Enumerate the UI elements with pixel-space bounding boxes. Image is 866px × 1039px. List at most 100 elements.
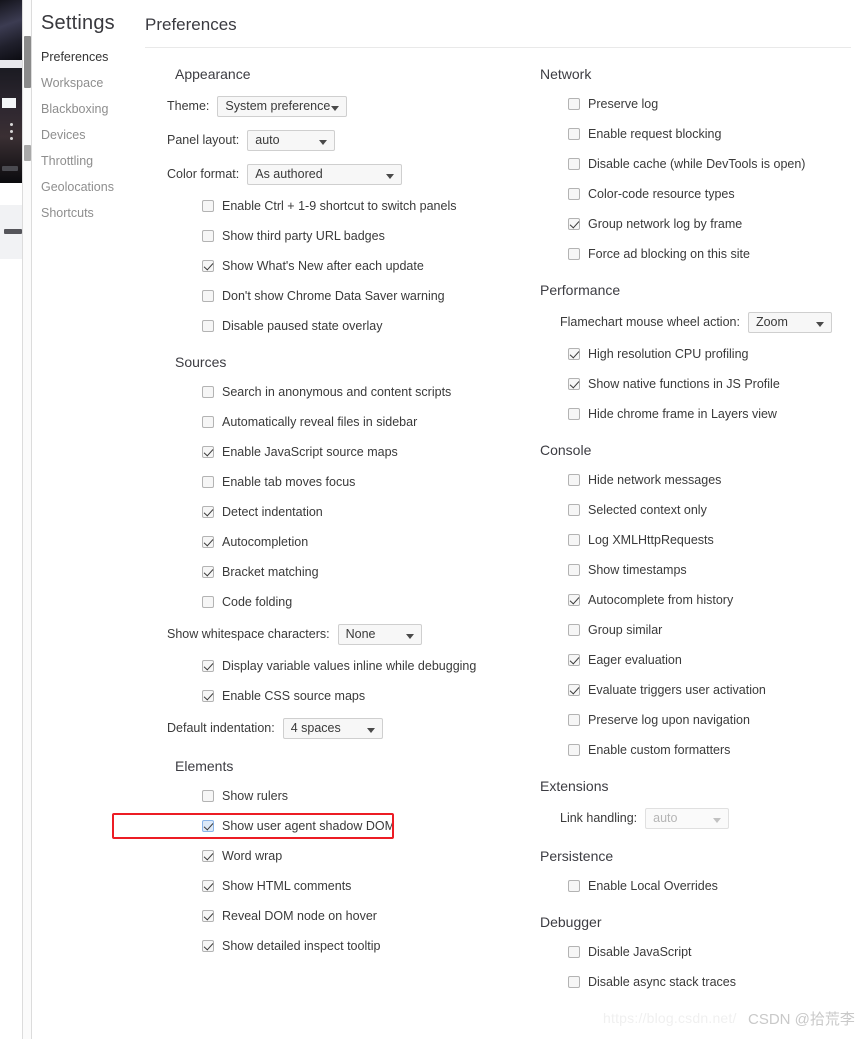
checkbox-row-enable-custom-formatters[interactable]: Enable custom formatters (540, 735, 860, 765)
checkbox-evaluate-triggers-user-activation[interactable] (568, 684, 580, 696)
checkbox-show-user-agent-shadow-dom[interactable] (202, 820, 214, 832)
checkbox-row-enable-ctrl-1-9-shortcut-to-switch-panels[interactable]: Enable Ctrl + 1-9 shortcut to switch pan… (145, 191, 540, 221)
sidebar-item-devices[interactable]: Devices (32, 122, 140, 148)
checkbox-disable-async-stack-traces[interactable] (568, 976, 580, 988)
select-row-default-indentation[interactable]: Default indentation: 4 spaces (145, 711, 540, 745)
checkbox-enable-tab-moves-focus[interactable] (202, 476, 214, 488)
select-panel-layout[interactable]: auto (247, 129, 336, 151)
checkbox-preserve-log-upon-navigation[interactable] (568, 714, 580, 726)
checkbox-row-show-html-comments[interactable]: Show HTML comments (145, 871, 540, 901)
checkbox-row-group-similar[interactable]: Group similar (540, 615, 860, 645)
checkbox-hide-network-messages[interactable] (568, 474, 580, 486)
checkbox-show-third-party-url-badges[interactable] (202, 230, 214, 242)
checkbox-row-enable-local-overrides[interactable]: Enable Local Overrides (540, 871, 860, 901)
checkbox-row-preserve-log-upon-navigation[interactable]: Preserve log upon navigation (540, 705, 860, 735)
select-row-panel-layout[interactable]: Panel layout: auto (145, 123, 540, 157)
checkbox-row-disable-javascript[interactable]: Disable JavaScript (540, 937, 860, 967)
checkbox-enable-local-overrides[interactable] (568, 880, 580, 892)
sidebar-item-geolocations[interactable]: Geolocations (32, 174, 140, 200)
checkbox-autocomplete-from-history[interactable] (568, 594, 580, 606)
select-default-indentation[interactable]: 4 spaces (282, 717, 383, 739)
checkbox-show-timestamps[interactable] (568, 564, 580, 576)
checkbox-detect-indentation[interactable] (202, 506, 214, 518)
select-flamechart-mouse-wheel-action[interactable]: Zoom (747, 311, 832, 333)
checkbox-autocompletion[interactable] (202, 536, 214, 548)
checkbox-row-enable-request-blocking[interactable]: Enable request blocking (540, 119, 860, 149)
checkbox-show-detailed-inspect-tooltip[interactable] (202, 940, 214, 952)
checkbox-group-network-log-by-frame[interactable] (568, 218, 580, 230)
checkbox-don-t-show-chrome-data-saver-warning[interactable] (202, 290, 214, 302)
sidebar-item-blackboxing[interactable]: Blackboxing (32, 96, 140, 122)
checkbox-row-show-native-functions-in-js-profile[interactable]: Show native functions in JS Profile (540, 369, 860, 399)
checkbox-display-variable-values-inline-while-debugging[interactable] (202, 660, 214, 672)
checkbox-row-high-resolution-cpu-profiling[interactable]: High resolution CPU profiling (540, 339, 860, 369)
checkbox-row-enable-tab-moves-focus[interactable]: Enable tab moves focus (145, 467, 540, 497)
checkbox-hide-chrome-frame-in-layers-view[interactable] (568, 408, 580, 420)
checkbox-color-code-resource-types[interactable] (568, 188, 580, 200)
checkbox-enable-css-source-maps[interactable] (202, 690, 214, 702)
checkbox-row-hide-chrome-frame-in-layers-view[interactable]: Hide chrome frame in Layers view (540, 399, 860, 429)
checkbox-force-ad-blocking-on-this-site[interactable] (568, 248, 580, 260)
scrollbar-thumb[interactable] (24, 36, 31, 88)
checkbox-row-search-in-anonymous-and-content-scripts[interactable]: Search in anonymous and content scripts (145, 377, 540, 407)
checkbox-enable-javascript-source-maps[interactable] (202, 446, 214, 458)
checkbox-enable-custom-formatters[interactable] (568, 744, 580, 756)
checkbox-eager-evaluation[interactable] (568, 654, 580, 666)
select-row-color-format[interactable]: Color format: As authored (145, 157, 540, 191)
select-show-whitespace-characters[interactable]: None (337, 623, 422, 645)
checkbox-row-disable-async-stack-traces[interactable]: Disable async stack traces (540, 967, 860, 997)
checkbox-row-disable-paused-state-overlay[interactable]: Disable paused state overlay (145, 311, 540, 341)
checkbox-row-enable-javascript-source-maps[interactable]: Enable JavaScript source maps (145, 437, 540, 467)
checkbox-row-show-timestamps[interactable]: Show timestamps (540, 555, 860, 585)
checkbox-disable-paused-state-overlay[interactable] (202, 320, 214, 332)
checkbox-row-don-t-show-chrome-data-saver-warning[interactable]: Don't show Chrome Data Saver warning (145, 281, 540, 311)
sidebar-item-workspace[interactable]: Workspace (32, 70, 140, 96)
checkbox-row-show-rulers[interactable]: Show rulers (145, 781, 540, 811)
select-theme[interactable]: System preference (217, 95, 348, 117)
checkbox-high-resolution-cpu-profiling[interactable] (568, 348, 580, 360)
sidebar-item-preferences[interactable]: Preferences (32, 44, 140, 70)
checkbox-selected-context-only[interactable] (568, 504, 580, 516)
checkbox-search-in-anonymous-and-content-scripts[interactable] (202, 386, 214, 398)
checkbox-row-preserve-log[interactable]: Preserve log (540, 89, 860, 119)
checkbox-group-similar[interactable] (568, 624, 580, 636)
select-row-show-whitespace-characters[interactable]: Show whitespace characters: None (145, 617, 540, 651)
checkbox-reveal-dom-node-on-hover[interactable] (202, 910, 214, 922)
checkbox-show-what-s-new-after-each-update[interactable] (202, 260, 214, 272)
checkbox-row-selected-context-only[interactable]: Selected context only (540, 495, 860, 525)
checkbox-row-word-wrap[interactable]: Word wrap (145, 841, 540, 871)
checkbox-row-evaluate-triggers-user-activation[interactable]: Evaluate triggers user activation (540, 675, 860, 705)
checkbox-row-show-detailed-inspect-tooltip[interactable]: Show detailed inspect tooltip (145, 931, 540, 961)
checkbox-row-enable-css-source-maps[interactable]: Enable CSS source maps (145, 681, 540, 711)
checkbox-show-native-functions-in-js-profile[interactable] (568, 378, 580, 390)
checkbox-row-show-what-s-new-after-each-update[interactable]: Show What's New after each update (145, 251, 540, 281)
checkbox-row-show-user-agent-shadow-dom[interactable]: Show user agent shadow DOM (145, 811, 540, 841)
scrollbar-thumb-secondary[interactable] (24, 145, 31, 161)
checkbox-show-rulers[interactable] (202, 790, 214, 802)
checkbox-row-force-ad-blocking-on-this-site[interactable]: Force ad blocking on this site (540, 239, 860, 269)
checkbox-code-folding[interactable] (202, 596, 214, 608)
checkbox-word-wrap[interactable] (202, 850, 214, 862)
sidebar-item-shortcuts[interactable]: Shortcuts (32, 200, 140, 226)
checkbox-row-reveal-dom-node-on-hover[interactable]: Reveal DOM node on hover (145, 901, 540, 931)
checkbox-automatically-reveal-files-in-sidebar[interactable] (202, 416, 214, 428)
checkbox-bracket-matching[interactable] (202, 566, 214, 578)
checkbox-row-group-network-log-by-frame[interactable]: Group network log by frame (540, 209, 860, 239)
select-color-format[interactable]: As authored (247, 163, 403, 185)
checkbox-enable-request-blocking[interactable] (568, 128, 580, 140)
checkbox-show-html-comments[interactable] (202, 880, 214, 892)
checkbox-row-autocomplete-from-history[interactable]: Autocomplete from history (540, 585, 860, 615)
checkbox-disable-cache-while-devtools-is-open[interactable] (568, 158, 580, 170)
checkbox-row-show-third-party-url-badges[interactable]: Show third party URL badges (145, 221, 540, 251)
checkbox-disable-javascript[interactable] (568, 946, 580, 958)
page-scrollbar[interactable] (22, 0, 32, 1039)
checkbox-row-detect-indentation[interactable]: Detect indentation (145, 497, 540, 527)
checkbox-row-code-folding[interactable]: Code folding (145, 587, 540, 617)
checkbox-row-eager-evaluation[interactable]: Eager evaluation (540, 645, 860, 675)
checkbox-preserve-log[interactable] (568, 98, 580, 110)
checkbox-row-autocompletion[interactable]: Autocompletion (145, 527, 540, 557)
checkbox-row-disable-cache-while-devtools-is-open[interactable]: Disable cache (while DevTools is open) (540, 149, 860, 179)
checkbox-row-automatically-reveal-files-in-sidebar[interactable]: Automatically reveal files in sidebar (145, 407, 540, 437)
checkbox-row-display-variable-values-inline-while-debugging[interactable]: Display variable values inline while deb… (145, 651, 540, 681)
checkbox-log-xmlhttprequests[interactable] (568, 534, 580, 546)
